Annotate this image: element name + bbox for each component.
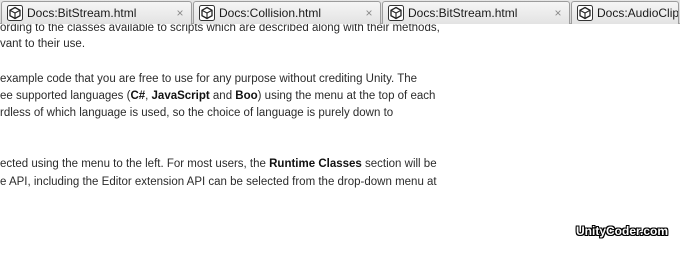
text-segment: ) using the menu at the top of each <box>257 90 436 102</box>
text-segment: ected using the menu to the left. For mo… <box>0 158 270 170</box>
language-name: JavaScript <box>151 90 210 102</box>
text-segment: ording to the classes available to scrip… <box>0 24 440 34</box>
unity-logo-icon <box>7 5 23 21</box>
section-name: Runtime Classes <box>269 158 362 170</box>
unity-logo-icon <box>388 5 404 21</box>
paragraph-line: e API, including the Editor extension AP… <box>0 174 437 190</box>
tab-audioclip[interactable]: Docs:AudioClip.ht <box>571 1 679 24</box>
watermark: UnityCoder.com <box>576 224 669 238</box>
paragraph-line: ected using the menu to the left. For mo… <box>0 156 437 172</box>
tab-title: Docs:Collision.html <box>219 6 322 20</box>
tab-title: Docs:BitStream.html <box>27 6 137 20</box>
document-content: ording to the classes available to scrip… <box>0 24 680 253</box>
text-segment: e API, including the Editor extension AP… <box>0 176 437 188</box>
paragraph-line: example code that you are free to use fo… <box>0 71 417 87</box>
close-icon[interactable]: × <box>551 7 565 19</box>
unity-logo-icon <box>577 5 593 21</box>
tab-title: Docs:BitStream.html <box>408 6 518 20</box>
language-name: C# <box>130 90 146 102</box>
paragraph-line: rdless of which language is used, so the… <box>0 105 393 121</box>
text-segment: ee supported languages ( <box>0 90 131 102</box>
paragraph-line: ee supported languages (C#, JavaScript a… <box>0 88 435 104</box>
tab-bitstream-2[interactable]: Docs:BitStream.html × <box>382 1 570 24</box>
paragraph-line: ording to the classes available to scrip… <box>0 24 440 36</box>
unity-logo-icon <box>199 5 215 21</box>
tab-title: Docs:AudioClip.ht <box>597 6 678 20</box>
language-name: Boo <box>235 90 258 102</box>
text-segment: vant to their use. <box>0 38 86 50</box>
tab-bar: Docs:BitStream.html × Docs:Collision.htm… <box>0 0 680 24</box>
text-segment: section will be <box>361 158 437 170</box>
tab-bitstream-1[interactable]: Docs:BitStream.html × <box>1 1 192 24</box>
close-icon[interactable]: × <box>362 7 376 19</box>
close-icon[interactable]: × <box>173 7 187 19</box>
text-segment: example code that you are free to use fo… <box>0 73 418 85</box>
text-segment: and <box>209 90 236 102</box>
browser-window: Docs:BitStream.html × Docs:Collision.htm… <box>0 0 680 253</box>
tab-collision[interactable]: Docs:Collision.html × <box>193 1 381 24</box>
text-segment: rdless of which language is used, so the… <box>0 107 394 119</box>
paragraph-line: vant to their use. <box>0 36 85 52</box>
